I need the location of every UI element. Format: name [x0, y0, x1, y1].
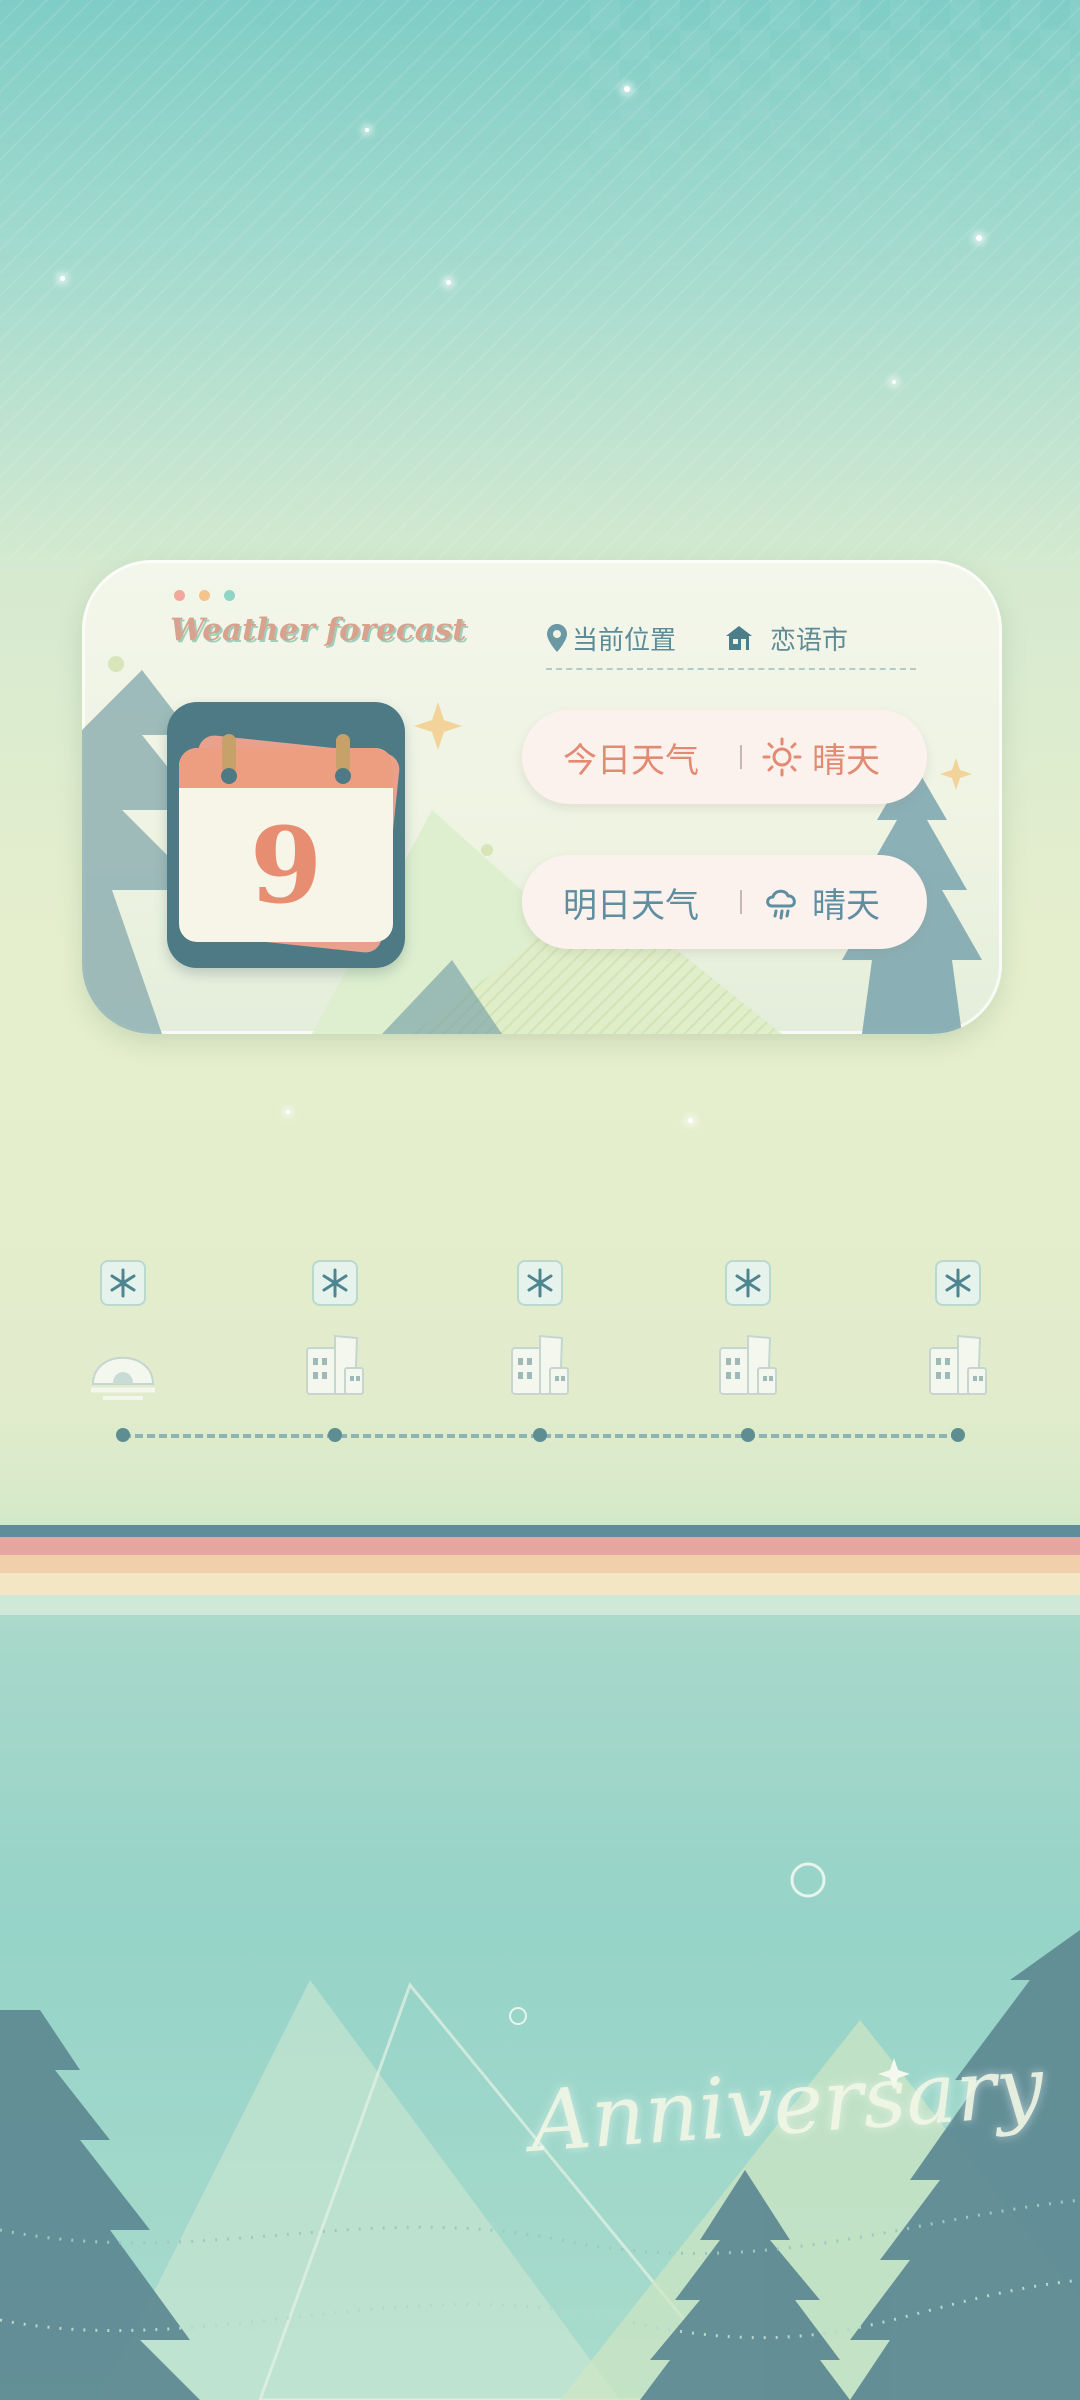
- snowflake-icon: [100, 1260, 146, 1306]
- calendar-icon: 9: [167, 702, 405, 968]
- buildings-icon: [306, 1334, 364, 1395]
- sparkle: [976, 235, 982, 241]
- location-label: 当前位置: [572, 625, 677, 656]
- tomorrow-weather-pill[interactable]: 明日天气 晴天: [522, 855, 927, 949]
- tomorrow-label: 明日天气: [563, 885, 699, 926]
- location-pin-icon: [547, 624, 567, 652]
- cloud-rain-icon: [766, 889, 796, 920]
- sparkle: [688, 1118, 693, 1123]
- snowflake-icon: [725, 1260, 771, 1306]
- timeline-dot: [533, 1428, 547, 1442]
- timeline-item[interactable]: [295, 1260, 375, 1408]
- sparkle: [892, 380, 896, 384]
- sparkle: [446, 280, 451, 285]
- timeline-dot: [328, 1428, 342, 1442]
- buildings-icon: [511, 1334, 569, 1395]
- timeline-item[interactable]: [83, 1260, 163, 1408]
- buildings-icon: [719, 1334, 777, 1395]
- sparkle: [60, 276, 65, 281]
- background-checker: [560, 0, 1080, 320]
- snowflake-icon: [935, 1260, 981, 1306]
- sun-icon: [762, 737, 802, 777]
- timeline-item[interactable]: [708, 1260, 788, 1408]
- widget-script-title: Weather forecast: [170, 612, 467, 648]
- timeline-dot: [116, 1428, 130, 1442]
- calendar-day: 9: [250, 804, 322, 927]
- timeline-dot: [741, 1428, 755, 1442]
- today-weather-pill[interactable]: 今日天气 晴天: [522, 710, 927, 804]
- location-row[interactable]: 当前位置 恋语市: [546, 618, 916, 670]
- tomorrow-condition: 晴天: [812, 885, 880, 926]
- pill-divider: [740, 890, 742, 914]
- snowflake-icon: [312, 1260, 358, 1306]
- today-label: 今日天气: [563, 740, 699, 781]
- today-condition: 晴天: [812, 740, 880, 781]
- igloo-icon: [91, 1356, 155, 1400]
- house-icon: [726, 626, 753, 650]
- timeline-item[interactable]: [918, 1260, 998, 1408]
- pill-divider: [740, 745, 742, 769]
- window-dots: [174, 590, 235, 601]
- city-name: 恋语市: [770, 625, 849, 656]
- snowflake-icon: [517, 1260, 563, 1306]
- buildings-icon: [929, 1334, 987, 1395]
- sparkle: [286, 1110, 290, 1114]
- sparkle: [365, 128, 369, 132]
- forecast-timeline: [0, 1260, 1080, 1450]
- sparkle: [624, 86, 630, 92]
- timeline-item[interactable]: [500, 1260, 580, 1408]
- weather-widget[interactable]: Weather forecast 当前位置 恋语市 9 今日天气 晴天 明日天气…: [82, 560, 1002, 1034]
- stripe-band: [0, 1525, 1080, 1615]
- timeline-dot: [951, 1428, 965, 1442]
